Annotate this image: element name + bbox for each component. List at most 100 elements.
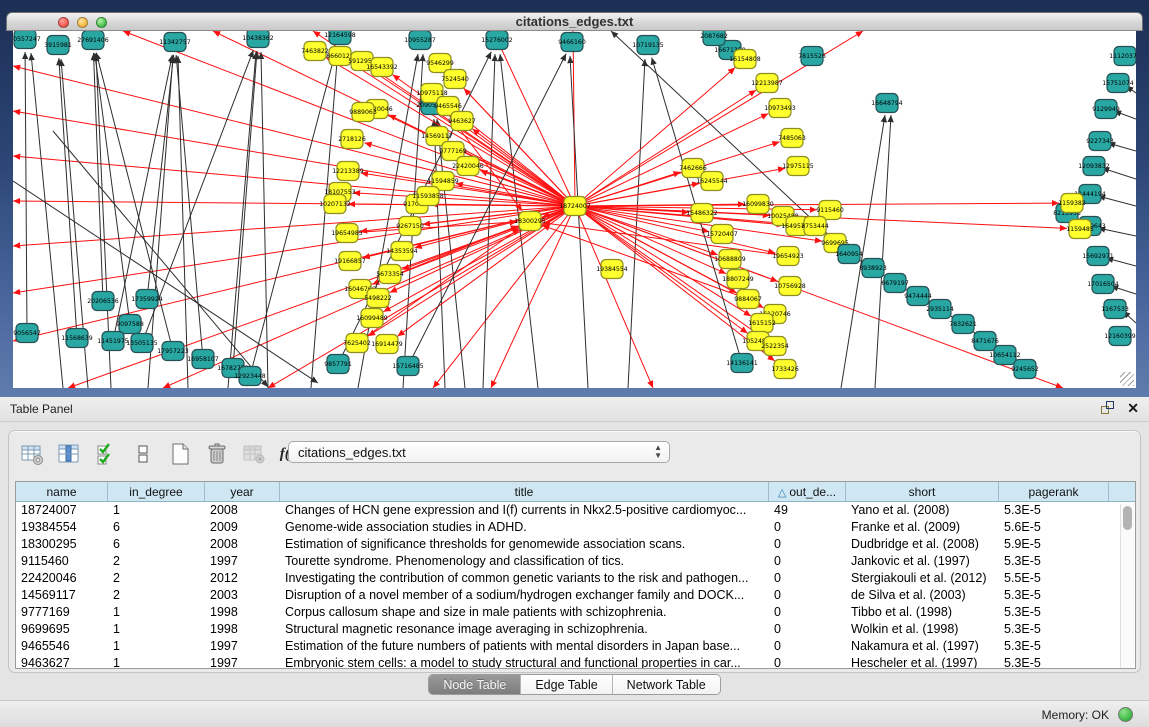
network-node[interactable]: 22420046 — [452, 157, 484, 176]
network-canvas[interactable]: 205572473915981 27691406 11342757 10438362 1… — [13, 31, 1136, 388]
network-node[interactable]: 18807249 — [722, 270, 754, 289]
table-row[interactable]: 1938455462009Genome-wide association stu… — [16, 519, 1135, 536]
network-node[interactable]: 18300295 — [514, 212, 546, 231]
network-node[interactable]: 10719135 — [632, 36, 664, 55]
table-row[interactable]: 946362711997Embryonic stem cells: a mode… — [16, 655, 1135, 669]
network-node[interactable]: 2718126 — [338, 130, 366, 149]
network-node[interactable]: 11120371 — [1109, 47, 1136, 66]
network-node[interactable]: 3915981 — [44, 36, 72, 55]
network-node[interactable]: 12213389 — [332, 162, 364, 181]
network-node[interactable]: 19654923 — [772, 247, 804, 266]
network-node[interactable]: 9889063 — [349, 103, 377, 122]
network-node[interactable]: 20557247 — [13, 31, 41, 49]
column-header-title[interactable]: title — [280, 482, 769, 501]
new-column-icon[interactable] — [167, 441, 193, 467]
network-node[interactable]: 12213987 — [751, 74, 783, 93]
network-node[interactable]: 1733426 — [771, 360, 799, 379]
network-node[interactable]: 16648794 — [871, 94, 903, 113]
network-node[interactable]: 9884067 — [734, 290, 762, 309]
table-row[interactable]: 2242004622012Investigating the contribut… — [16, 570, 1135, 587]
table-row[interactable]: 969969511998Structural magnetic resonanc… — [16, 621, 1135, 638]
close-traffic-light-icon[interactable] — [58, 17, 69, 28]
network-node[interactable]: 20206536 — [87, 292, 119, 311]
close-icon[interactable]: ✕ — [1127, 401, 1139, 415]
network-node[interactable]: 1167533 — [1101, 300, 1129, 319]
network-node[interactable]: 10438362 — [242, 31, 274, 48]
vertical-scrollbar[interactable] — [1120, 504, 1134, 668]
select-rows-icon[interactable] — [93, 441, 119, 467]
network-node[interactable]: 1640954 — [835, 245, 863, 264]
network-node[interactable]: 8938923 — [859, 259, 887, 278]
network-node[interactable]: 5498222 — [364, 289, 392, 308]
network-node[interactable]: 17957223 — [157, 342, 189, 361]
network-node[interactable]: 9056547 — [13, 324, 41, 343]
network-graph[interactable]: 205572473915981 27691406 11342757 10438362 1… — [13, 31, 1136, 388]
network-node[interactable]: 16154808 — [729, 50, 761, 69]
tab-node-table[interactable]: Node Table — [429, 675, 521, 694]
network-node[interactable]: 6679197 — [881, 274, 909, 293]
network-node[interactable]: 19384554 — [596, 260, 628, 279]
network-window-titlebar[interactable]: citations_edges.txt — [6, 12, 1143, 31]
network-node[interactable]: 7625402 — [343, 334, 371, 353]
network-node[interactable]: 19654985 — [331, 224, 363, 243]
column-header-name[interactable]: name — [16, 482, 108, 501]
network-node[interactable]: 9097588 — [116, 315, 144, 334]
network-node[interactable]: 12164598 — [324, 31, 356, 45]
network-node[interactable]: 7524540 — [441, 70, 469, 89]
network-node[interactable]: 11593858 — [412, 187, 444, 206]
network-node[interactable]: 10207132 — [319, 195, 351, 214]
delete-column-icon[interactable] — [204, 441, 230, 467]
network-node[interactable]: 7485063 — [778, 129, 806, 148]
network-node[interactable]: 15751074 — [1102, 74, 1134, 93]
network-node[interactable]: 16099830 — [742, 195, 774, 214]
network-node[interactable]: 27691406 — [77, 31, 109, 50]
tab-network-table[interactable]: Network Table — [613, 675, 720, 694]
network-node[interactable]: 1159485 — [1066, 220, 1094, 239]
network-node[interactable]: 15716485 — [392, 357, 424, 376]
network-node[interactable]: 9466160 — [558, 33, 586, 52]
network-node[interactable]: 16099489 — [356, 309, 388, 328]
network-node[interactable]: 17016504 — [1087, 275, 1119, 294]
network-node[interactable]: 7463822 — [301, 42, 329, 61]
network-node[interactable]: 18724007 — [559, 197, 591, 216]
network-node[interactable]: 7815526 — [798, 47, 826, 66]
network-node[interactable]: 10756928 — [774, 277, 806, 296]
network-node[interactable]: 16543392 — [366, 58, 398, 77]
network-node[interactable]: 15692971 — [1082, 247, 1114, 266]
network-node[interactable]: 9267150 — [396, 217, 424, 236]
table-selector-dropdown[interactable]: citations_edges.txt ▲▼ — [288, 441, 670, 463]
memory-ok-indicator-icon[interactable] — [1118, 707, 1133, 722]
show-column-icon[interactable] — [56, 441, 82, 467]
network-node[interactable]: 11342757 — [159, 33, 191, 52]
network-node[interactable]: 19166857 — [334, 252, 366, 271]
table-mode-icon[interactable] — [19, 441, 45, 467]
network-node[interactable]: 15276002 — [481, 31, 513, 50]
table-row[interactable]: 1830029562008Estimation of significance … — [16, 536, 1135, 553]
network-node[interactable]: 12093832 — [1078, 157, 1110, 176]
network-node[interactable]: 9463627 — [448, 112, 476, 131]
table-row[interactable]: 911546021997Tourette syndrome. Phenomeno… — [16, 553, 1135, 570]
network-node[interactable]: 9245652 — [1011, 360, 1039, 379]
network-node[interactable]: 1159382 — [1058, 194, 1086, 213]
network-node[interactable]: 17359924 — [131, 290, 163, 309]
minimize-traffic-light-icon[interactable] — [77, 17, 88, 28]
scrollbar-thumb[interactable] — [1123, 506, 1132, 530]
column-header-out_de[interactable]: △out_de... — [769, 482, 846, 501]
network-node[interactable]: 11451975 — [97, 332, 129, 351]
table-row[interactable]: 977716911998Corpus callosum shape and si… — [16, 604, 1135, 621]
network-node[interactable]: 14353594 — [386, 242, 418, 261]
network-node[interactable]: 9857791 — [324, 355, 352, 374]
network-node[interactable]: 2087682 — [700, 31, 728, 46]
canvas-resize-grip[interactable] — [1120, 372, 1134, 386]
tab-edge-table[interactable]: Edge Table — [521, 675, 612, 694]
float-window-icon[interactable] — [1101, 401, 1115, 415]
network-node[interactable]: 2935114 — [926, 300, 954, 319]
network-node[interactable]: 1615152 — [748, 314, 776, 333]
network-node[interactable]: 7832621 — [949, 315, 977, 334]
network-node[interactable]: 12160399 — [1104, 327, 1136, 346]
row-height-icon[interactable] — [130, 441, 156, 467]
network-node[interactable]: 10688809 — [714, 250, 746, 269]
column-header-short[interactable]: short — [846, 482, 999, 501]
table-row[interactable]: 1456911722003Disruption of a novel membe… — [16, 587, 1135, 604]
network-node[interactable]: 12975115 — [782, 157, 814, 176]
